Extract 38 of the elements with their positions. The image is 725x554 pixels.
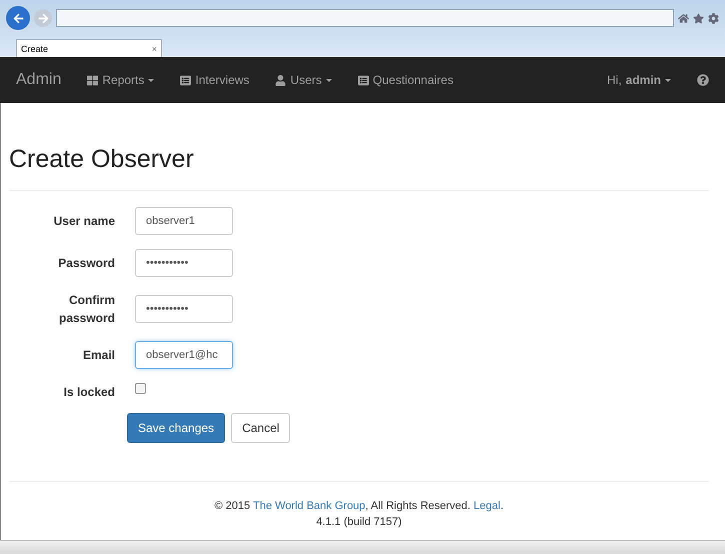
- version-text: 4.1.1 (build 7157): [316, 516, 402, 528]
- field-label: Confirm password: [58, 292, 115, 327]
- list-icon: [180, 74, 192, 86]
- nav-link[interactable]: Questionnaires: [358, 73, 454, 87]
- list-icon: [358, 74, 369, 86]
- input-field[interactable]: observer1@hc: [135, 341, 233, 369]
- copyright-text: © 2015 The World Bank Group, All Rights Reserved. Legal.: [214, 500, 504, 512]
- input-field[interactable]: •••••••••••: [135, 295, 233, 323]
- checkbox[interactable]: [135, 383, 146, 394]
- legal-link[interactable]: Legal: [474, 500, 500, 512]
- settings-icon[interactable]: [708, 12, 719, 24]
- page-title: Create Observer: [9, 145, 709, 191]
- field-label: Is locked: [62, 384, 115, 401]
- cancel-button[interactable]: Cancel: [231, 413, 290, 443]
- address-bar[interactable]: [56, 9, 674, 27]
- input-field[interactable]: •••••••••••: [135, 249, 233, 277]
- help-icon[interactable]: [697, 74, 709, 86]
- back-button[interactable]: [6, 6, 30, 30]
- home-icon[interactable]: [678, 12, 689, 24]
- user-icon: [275, 74, 286, 86]
- nav-link[interactable]: Interviews: [180, 73, 250, 87]
- save-button[interactable]: Save changes: [127, 413, 226, 443]
- brand-link[interactable]: Admin: [16, 71, 62, 89]
- field-label: User name: [52, 213, 115, 230]
- nav-link[interactable]: Users: [275, 73, 332, 87]
- arrow-left-icon: [12, 12, 24, 24]
- input-field[interactable]: observer1: [135, 207, 233, 235]
- close-icon[interactable]: ×: [152, 44, 157, 54]
- user-menu[interactable]: Hi, admin: [606, 73, 671, 87]
- field-label: Email: [82, 347, 115, 364]
- nav-link[interactable]: Reports: [87, 73, 154, 87]
- field-label: Password: [57, 255, 115, 272]
- arrow-right-icon: [38, 12, 48, 24]
- horizontal-scrollbar[interactable]: [0, 540, 725, 554]
- organization-link[interactable]: The World Bank Group: [253, 500, 366, 512]
- grid-icon: [87, 74, 98, 86]
- browser-tab[interactable]: Create ×: [16, 39, 162, 57]
- star-icon[interactable]: [693, 12, 704, 24]
